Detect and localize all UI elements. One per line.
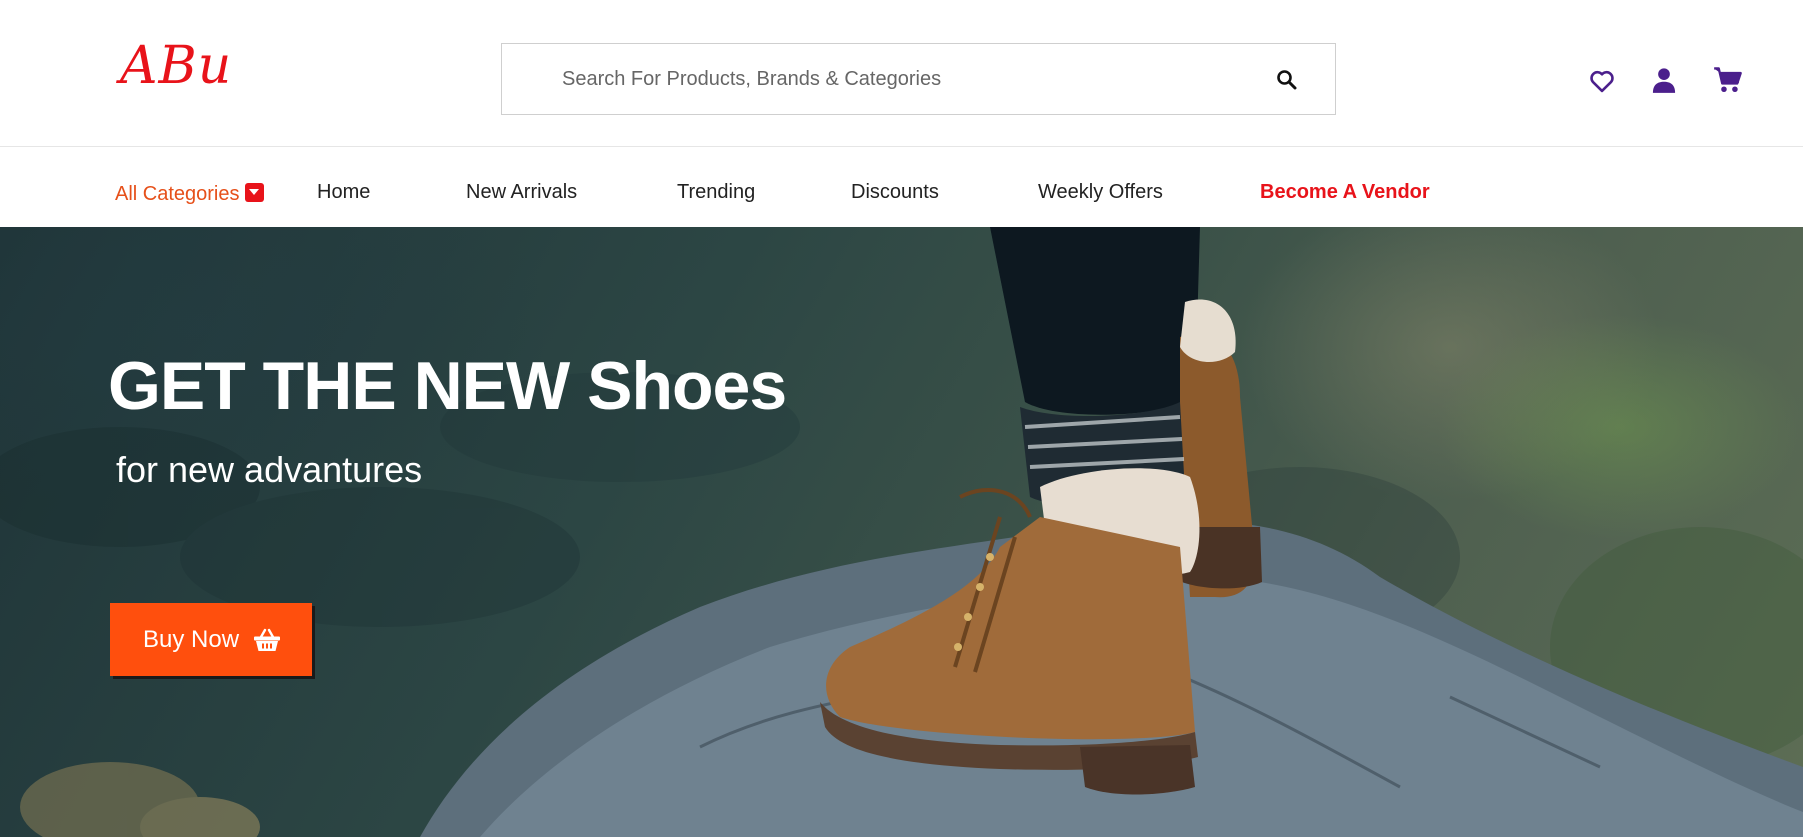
basket-icon <box>254 628 281 651</box>
user-icon[interactable] <box>1650 66 1680 96</box>
buy-now-label: Buy Now <box>143 625 240 653</box>
nav-trending[interactable]: Trending <box>677 181 755 204</box>
search-bar <box>501 43 1336 115</box>
nav-new-arrivals[interactable]: New Arrivals <box>466 181 577 204</box>
nav-discounts[interactable]: Discounts <box>851 181 939 204</box>
nav-home[interactable]: Home <box>317 181 370 204</box>
search-input[interactable] <box>502 44 1262 114</box>
nav-weekly-offers[interactable]: Weekly Offers <box>1038 181 1163 204</box>
site-logo[interactable]: ABu <box>120 40 232 92</box>
search-icon[interactable] <box>1275 68 1299 92</box>
nav-become-vendor[interactable]: Become A Vendor <box>1260 181 1430 204</box>
hero-subtitle: for new advantures <box>116 449 423 490</box>
hero-banner: GET THE NEW Shoes for new advantures Buy… <box>0 227 1803 837</box>
heart-icon[interactable] <box>1588 67 1618 97</box>
main-nav: All Categories Home New Arrivals Trendin… <box>0 148 1803 227</box>
buy-now-button[interactable]: Buy Now <box>110 603 312 676</box>
hero-background-image <box>0 227 1803 837</box>
all-categories-label: All Categories <box>115 183 240 205</box>
cart-icon[interactable] <box>1713 66 1743 96</box>
nav-all-categories[interactable]: All Categories <box>115 183 264 206</box>
top-header: ABu <box>0 0 1803 147</box>
hero-title: GET THE NEW Shoes <box>108 348 787 424</box>
caret-down-icon <box>244 183 264 202</box>
